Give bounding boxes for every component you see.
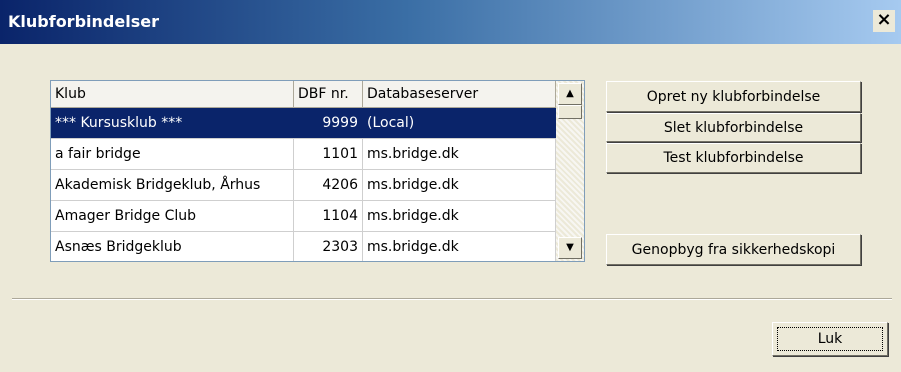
rebuild-from-backup-label: Genopbyg fra sikkerhedskopi bbox=[631, 241, 836, 258]
title-bar: Klubforbindelser × bbox=[0, 0, 901, 44]
rebuild-from-backup-button[interactable]: Genopbyg fra sikkerhedskopi bbox=[606, 234, 861, 265]
cell-dbf-nr: 2303 bbox=[294, 232, 363, 261]
column-header-databaseserver[interactable]: Databaseserver bbox=[363, 81, 556, 107]
cell-databaseserver: ms.bridge.dk bbox=[363, 201, 556, 231]
test-connection-button[interactable]: Test klubforbindelse bbox=[606, 143, 861, 173]
scroll-thumb[interactable] bbox=[558, 105, 582, 119]
cell-databaseserver: ms.bridge.dk bbox=[363, 232, 556, 261]
scroll-up-icon[interactable]: ▲ bbox=[558, 83, 582, 105]
club-list[interactable]: Klub DBF nr. Databaseserver *** Kursuskl… bbox=[50, 80, 585, 262]
focus-ring bbox=[777, 327, 883, 351]
cell-dbf-nr: 9999 bbox=[294, 108, 363, 138]
cell-klub: *** Kursusklub *** bbox=[51, 108, 294, 138]
close-button[interactable]: Luk bbox=[772, 322, 888, 356]
cell-klub: Akademisk Bridgeklub, Århus bbox=[51, 170, 294, 200]
klubforbindelser-dialog: Klubforbindelser × Klub DBF nr. Database… bbox=[0, 0, 901, 372]
table-row[interactable]: Amager Bridge Club 1104 ms.bridge.dk bbox=[51, 201, 556, 232]
column-header-dbf-nr[interactable]: DBF nr. bbox=[294, 81, 363, 107]
cell-dbf-nr: 4206 bbox=[294, 170, 363, 200]
table-row[interactable]: Akademisk Bridgeklub, Århus 4206 ms.brid… bbox=[51, 170, 556, 201]
vertical-scrollbar[interactable]: ▲ ▼ bbox=[556, 81, 584, 261]
window-title: Klubforbindelser bbox=[8, 12, 159, 31]
delete-connection-button[interactable]: Slet klubforbindelse bbox=[606, 113, 861, 142]
test-connection-label: Test klubforbindelse bbox=[663, 150, 804, 166]
table-row[interactable]: a fair bridge 1101 ms.bridge.dk bbox=[51, 139, 556, 170]
cell-klub: Asnæs Bridgeklub bbox=[51, 232, 294, 261]
separator bbox=[12, 298, 892, 300]
column-header-klub[interactable]: Klub bbox=[51, 81, 294, 107]
cell-databaseserver: ms.bridge.dk bbox=[363, 139, 556, 169]
table-row[interactable]: *** Kursusklub *** 9999 (Local) bbox=[51, 108, 556, 139]
list-header: Klub DBF nr. Databaseserver bbox=[51, 81, 556, 108]
cell-klub: a fair bridge bbox=[51, 139, 294, 169]
create-connection-label: Opret ny klubforbindelse bbox=[646, 88, 821, 105]
table-row[interactable]: Asnæs Bridgeklub 2303 ms.bridge.dk bbox=[51, 232, 556, 261]
close-icon[interactable]: × bbox=[873, 10, 895, 32]
delete-connection-label: Slet klubforbindelse bbox=[663, 120, 804, 136]
cell-klub: Amager Bridge Club bbox=[51, 201, 294, 231]
cell-databaseserver: (Local) bbox=[363, 108, 556, 138]
create-connection-button[interactable]: Opret ny klubforbindelse bbox=[606, 81, 861, 112]
cell-databaseserver: ms.bridge.dk bbox=[363, 170, 556, 200]
cell-dbf-nr: 1101 bbox=[294, 139, 363, 169]
scroll-down-icon[interactable]: ▼ bbox=[558, 237, 582, 259]
cell-dbf-nr: 1104 bbox=[294, 201, 363, 231]
